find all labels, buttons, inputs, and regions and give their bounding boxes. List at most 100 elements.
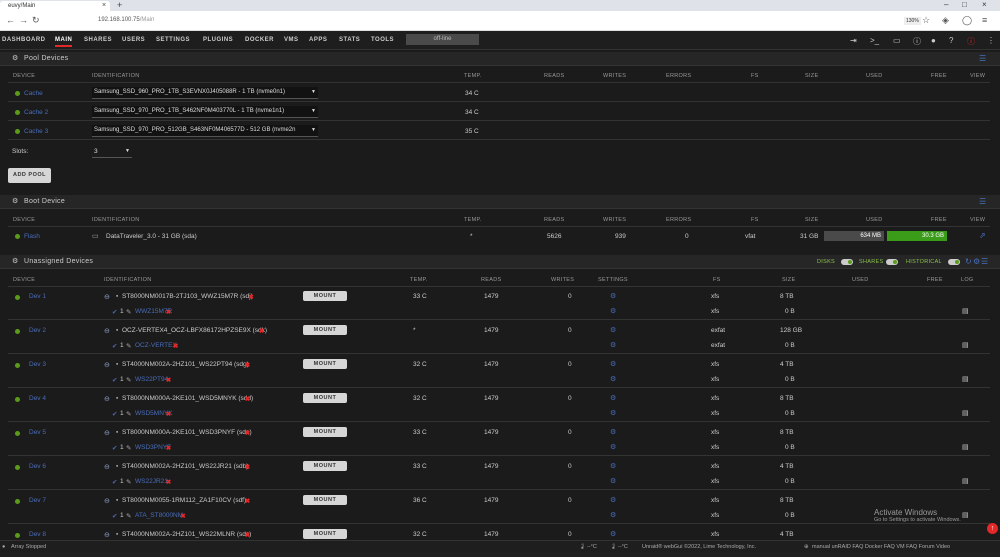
device-settings-icon[interactable]: ⚙ <box>610 462 616 470</box>
alert-icon[interactable]: ⓘ <box>967 36 975 47</box>
minimize-icon[interactable]: – <box>944 0 948 9</box>
nav-vms[interactable]: VMS <box>284 37 299 43</box>
mount-button[interactable]: MOUNT <box>303 427 347 437</box>
device-link[interactable]: Dev 4 <box>29 395 46 402</box>
nav-settings[interactable]: SETTINGS <box>156 37 190 43</box>
mount-button[interactable]: MOUNT <box>303 529 347 539</box>
device-link[interactable]: Dev 8 <box>29 531 46 538</box>
feedback-icon[interactable]: ▭ <box>893 36 901 45</box>
address-bar[interactable]: 192.168.100.75/Main <box>88 14 888 28</box>
device-link[interactable]: Dev 3 <box>29 361 46 368</box>
edit-icon[interactable]: ✎ <box>126 308 131 316</box>
info-icon[interactable]: ⓘ <box>913 36 921 47</box>
logout-icon[interactable]: ⇥ <box>850 36 857 45</box>
list-view-icon[interactable]: ☰ <box>979 54 986 63</box>
remove-icon[interactable]: ✖ <box>245 395 250 403</box>
account-icon[interactable]: ◯ <box>962 15 972 26</box>
device-link[interactable]: Dev 5 <box>29 429 46 436</box>
log-icon[interactable]: ▤ <box>962 409 969 417</box>
browser-tab[interactable]: euvy/Main × <box>0 1 110 11</box>
mount-button[interactable]: MOUNT <box>303 495 347 505</box>
edit-icon[interactable]: ✎ <box>126 410 131 418</box>
pool-device-select[interactable]: Samsung_SSD_960_PRO_1TB_S3EVNX0J405088R … <box>92 87 318 99</box>
partition-name[interactable]: WS22JR21 <box>135 478 168 485</box>
partition-settings-icon[interactable]: ⚙ <box>610 307 616 315</box>
partition-settings-icon[interactable]: ⚙ <box>610 341 616 349</box>
log-icon[interactable]: ▤ <box>962 307 969 315</box>
pool-device-cache-2[interactable]: Cache 2 <box>24 109 48 116</box>
edit-icon[interactable]: ✎ <box>126 342 131 350</box>
device-link[interactable]: Dev 7 <box>29 497 46 504</box>
remove-icon[interactable]: ✖ <box>166 444 171 452</box>
nav-dashboard[interactable]: DASHBOARD <box>2 37 46 43</box>
mount-button[interactable]: MOUNT <box>303 325 347 335</box>
remove-icon[interactable]: ✖ <box>166 478 171 486</box>
refresh-icon[interactable]: ↻ <box>965 257 972 266</box>
nav-stats[interactable]: STATS <box>339 37 360 43</box>
help-icon[interactable]: ? <box>949 36 953 45</box>
nav-shares[interactable]: SHARES <box>84 37 112 43</box>
device-settings-icon[interactable]: ⚙ <box>610 394 616 402</box>
maximize-icon[interactable]: □ <box>962 0 967 9</box>
window-close-icon[interactable]: × <box>982 0 987 9</box>
log-icon[interactable]: ▤ <box>962 477 969 485</box>
log-icon[interactable]: ▤ <box>962 341 969 349</box>
scroll-top-icon[interactable]: ↑ <box>987 523 998 534</box>
remove-icon[interactable]: ✖ <box>245 463 250 471</box>
add-pool-button[interactable]: ADD POOL <box>8 168 51 183</box>
partition-settings-icon[interactable]: ⚙ <box>610 375 616 383</box>
remove-icon[interactable]: ✖ <box>173 342 178 350</box>
remove-icon[interactable]: ✖ <box>180 512 185 520</box>
menu-icon[interactable]: ≡ <box>982 15 987 25</box>
device-settings-icon[interactable]: ⚙ <box>610 530 616 538</box>
partition-name[interactable]: ATA_ST8000NM <box>135 512 183 519</box>
device-link[interactable]: Dev 2 <box>29 327 46 334</box>
nav-apps[interactable]: APPS <box>309 37 327 43</box>
partition-settings-icon[interactable]: ⚙ <box>610 443 616 451</box>
log-icon[interactable]: ▤ <box>962 443 969 451</box>
partition-settings-icon[interactable]: ⚙ <box>610 409 616 417</box>
remove-icon[interactable]: ✖ <box>248 293 253 301</box>
log-icon[interactable]: ▤ <box>962 375 969 383</box>
list-view-icon[interactable]: ☰ <box>979 197 986 206</box>
nav-plugins[interactable]: PLUGINS <box>203 37 233 43</box>
forward-icon[interactable]: → <box>19 15 28 25</box>
reload-icon[interactable]: ↻ <box>32 15 40 26</box>
edit-icon[interactable]: ✎ <box>126 478 131 486</box>
remove-icon[interactable]: ✖ <box>166 308 171 316</box>
device-link[interactable]: Dev 6 <box>29 463 46 470</box>
partition-name[interactable]: OCZ-VERTEX <box>135 342 177 349</box>
more-icon[interactable]: ⋮ <box>987 36 995 45</box>
list-view-icon[interactable]: ☰ <box>981 257 988 266</box>
nav-users[interactable]: USERS <box>122 37 145 43</box>
pool-device-select[interactable]: Samsung_SSD_970_PRO_1TB_S462NF0M403770L … <box>92 106 318 118</box>
settings-icon[interactable]: ⚙ <box>973 257 980 266</box>
close-tab-icon[interactable]: × <box>102 2 106 9</box>
device-settings-icon[interactable]: ⚙ <box>610 428 616 436</box>
partition-name[interactable]: WS22PT94 <box>135 376 168 383</box>
remove-icon[interactable]: ✖ <box>245 531 250 539</box>
toggle-disks[interactable] <box>841 259 853 265</box>
remove-icon[interactable]: ✖ <box>259 327 264 335</box>
edit-icon[interactable]: ✎ <box>126 512 131 520</box>
edit-icon[interactable]: ✎ <box>126 376 131 384</box>
partition-settings-icon[interactable]: ⚙ <box>610 477 616 485</box>
mount-button[interactable]: MOUNT <box>303 393 347 403</box>
device-settings-icon[interactable]: ⚙ <box>610 326 616 334</box>
edit-icon[interactable]: ✎ <box>126 444 131 452</box>
mount-button[interactable]: MOUNT <box>303 359 347 369</box>
device-settings-icon[interactable]: ⚙ <box>610 496 616 504</box>
mount-button[interactable]: MOUNT <box>303 291 347 301</box>
pool-device-cache-3[interactable]: Cache 3 <box>24 128 48 135</box>
boot-device-flash[interactable]: Flash <box>24 233 40 240</box>
toggle-shares[interactable] <box>886 259 898 265</box>
slots-select[interactable]: 3 ▼ <box>92 146 132 158</box>
remove-icon[interactable]: ✖ <box>245 361 250 369</box>
remove-icon[interactable]: ✖ <box>166 376 171 384</box>
nav-docker[interactable]: DOCKER <box>245 37 274 43</box>
nav-main[interactable]: MAIN <box>55 37 73 47</box>
new-tab-icon[interactable]: + <box>117 0 122 10</box>
nav-tools[interactable]: TOOLS <box>371 37 394 43</box>
remove-icon[interactable]: ✖ <box>245 497 250 505</box>
notifications-icon[interactable]: ● <box>931 36 936 45</box>
